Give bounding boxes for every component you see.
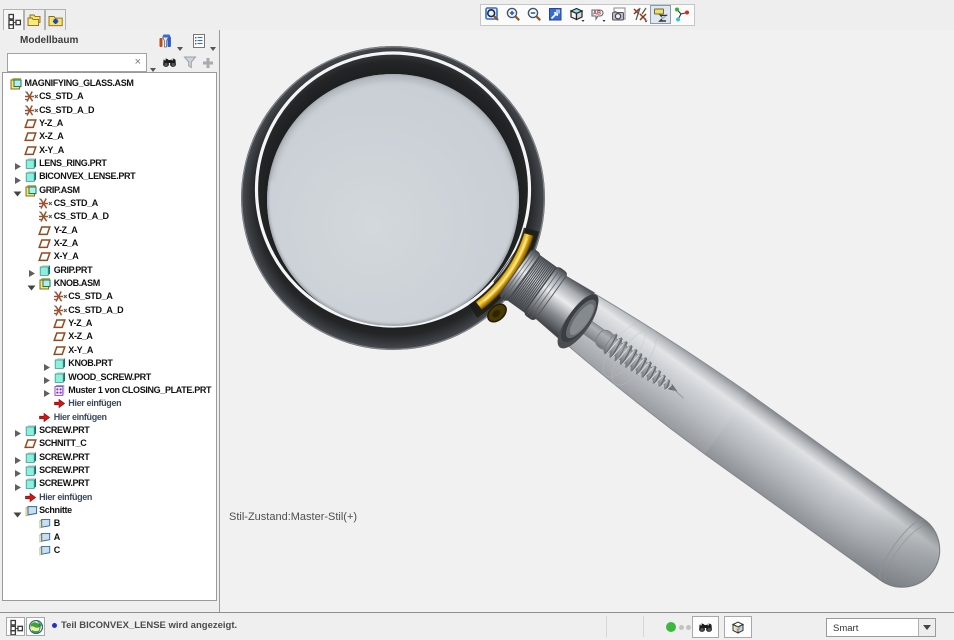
svg-text:AB: AB: [593, 11, 601, 17]
svg-text:Stil-Zustand:Master-Stil(+): Stil-Zustand:Master-Stil(+): [229, 511, 357, 523]
